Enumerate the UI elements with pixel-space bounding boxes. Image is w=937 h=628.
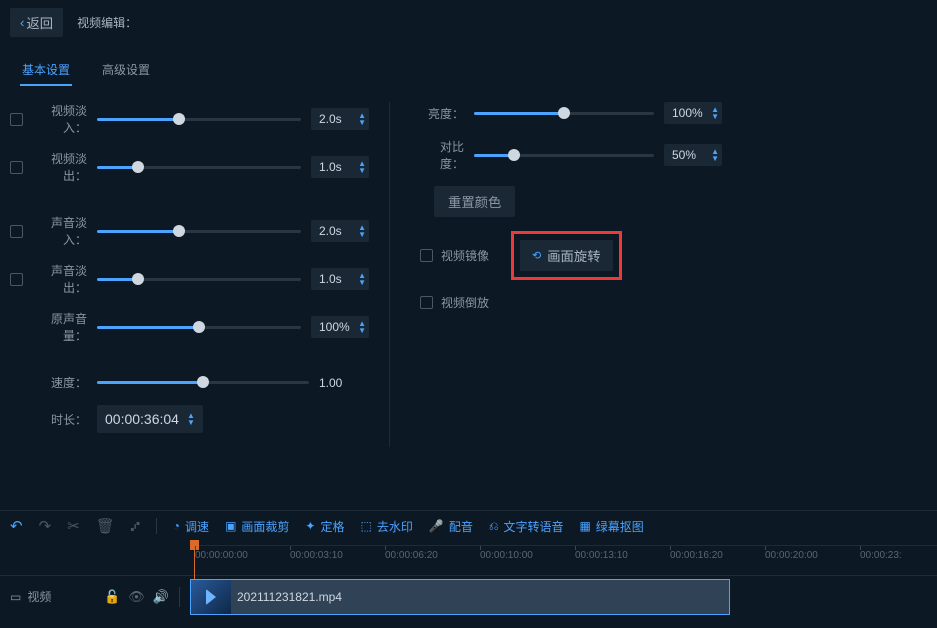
tick: 00:00:16:20 bbox=[670, 550, 723, 561]
audio-fadeout-value[interactable]: 1.0s▲▼ bbox=[311, 268, 369, 290]
audio-fadein-slider[interactable] bbox=[97, 230, 301, 233]
orig-volume-slider[interactable] bbox=[97, 326, 301, 329]
speed-value: 1.00 bbox=[319, 376, 369, 390]
video-fadein-checkbox[interactable] bbox=[10, 113, 23, 126]
tool-crop[interactable]: ▣画面裁剪 bbox=[225, 518, 289, 535]
video-fadeout-value[interactable]: 1.0s▲▼ bbox=[311, 156, 369, 178]
undo-icon[interactable]: ↶ bbox=[10, 517, 23, 535]
stepper-arrows[interactable]: ▲▼ bbox=[358, 320, 366, 334]
speed-icon: ◔ bbox=[173, 519, 180, 533]
split-icon[interactable]: ⑇ bbox=[131, 518, 140, 535]
chevron-left-icon: ‹ bbox=[20, 15, 24, 30]
watermark-icon: ⬚ bbox=[361, 519, 372, 533]
tick: 00:00:10:00 bbox=[480, 550, 533, 561]
tick: 00:00:03:10 bbox=[290, 550, 343, 561]
duration-label: 时长： bbox=[33, 411, 87, 428]
brightness-label: 亮度： bbox=[420, 105, 464, 122]
audio-fadein-value[interactable]: 2.0s▲▼ bbox=[311, 220, 369, 242]
audio-fadein-label: 声音淡入： bbox=[33, 214, 87, 248]
mirror-checkbox[interactable] bbox=[420, 249, 433, 262]
stepper-arrows[interactable]: ▲▼ bbox=[358, 112, 366, 126]
duration-value[interactable]: 00:00:36:04 ▲▼ bbox=[97, 405, 203, 433]
tick: 00:00:13:10 bbox=[575, 550, 628, 561]
eye-icon[interactable]: 👁 bbox=[128, 589, 145, 605]
reset-color-button[interactable]: 重置颜色 bbox=[434, 186, 515, 217]
stepper-arrows[interactable]: ▲▼ bbox=[358, 272, 366, 286]
greenscreen-icon: ▦ bbox=[579, 519, 590, 533]
video-track-icon: ▭ bbox=[10, 590, 21, 604]
tab-advanced[interactable]: 高级设置 bbox=[100, 55, 152, 86]
tick: 00:00:00:00 bbox=[195, 550, 248, 561]
reverse-checkbox[interactable] bbox=[420, 296, 433, 309]
tick: 00:00:23: bbox=[860, 550, 902, 561]
tick: 00:00:06:20 bbox=[385, 550, 438, 561]
tool-watermark[interactable]: ⬚去水印 bbox=[361, 518, 413, 535]
timeline-ruler[interactable]: 00:00:00:00 00:00:03:10 00:00:06:20 00:0… bbox=[190, 545, 937, 575]
clip-filename: 202111231821.mp4 bbox=[237, 590, 342, 604]
tool-greenscreen[interactable]: ▦绿幕抠图 bbox=[579, 518, 643, 535]
audio-fadeout-label: 声音淡出： bbox=[33, 262, 87, 296]
tool-tts[interactable]: ⎌文字转语音 bbox=[489, 518, 564, 535]
rotate-button[interactable]: ⟲ 画面旋转 bbox=[520, 240, 613, 271]
track-label: 视频 bbox=[27, 588, 51, 605]
stepper-arrows[interactable]: ▲▼ bbox=[358, 160, 366, 174]
video-fadeout-label: 视频淡出： bbox=[33, 150, 87, 184]
video-clip[interactable]: 202111231821.mp4 bbox=[190, 579, 730, 615]
mirror-label: 视频镜像 bbox=[441, 247, 489, 264]
audio-fadein-checkbox[interactable] bbox=[10, 225, 23, 238]
tick: 00:00:20:00 bbox=[765, 550, 818, 561]
video-fadeout-checkbox[interactable] bbox=[10, 161, 23, 174]
video-fadein-slider[interactable] bbox=[97, 118, 301, 121]
audio-fadeout-slider[interactable] bbox=[97, 278, 301, 281]
orig-volume-value[interactable]: 100%▲▼ bbox=[311, 316, 369, 338]
audio-fadeout-checkbox[interactable] bbox=[10, 273, 23, 286]
page-title: 视频编辑： bbox=[77, 14, 137, 31]
track-header: ▭ 视频 🔓 👁 🔊 bbox=[0, 576, 190, 617]
tool-speed[interactable]: ◔调速 bbox=[173, 518, 209, 535]
contrast-slider[interactable] bbox=[474, 154, 654, 157]
rotate-label: 画面旋转 bbox=[547, 246, 600, 265]
reverse-label: 视频倒放 bbox=[441, 294, 489, 311]
tts-icon: ⎌ bbox=[489, 519, 499, 534]
rotate-icon: ⟲ bbox=[532, 249, 541, 262]
mute-icon[interactable]: 🔊 bbox=[153, 589, 169, 605]
speed-slider[interactable] bbox=[97, 381, 309, 384]
brightness-slider[interactable] bbox=[474, 112, 654, 115]
tool-freeze[interactable]: ✦定格 bbox=[305, 518, 344, 535]
cut-icon[interactable]: ✂ bbox=[67, 517, 80, 535]
highlight-annotation: ⟲ 画面旋转 bbox=[511, 231, 622, 280]
speed-label: 速度： bbox=[33, 374, 87, 391]
dub-icon: 🎤 bbox=[429, 519, 444, 533]
tool-dub[interactable]: 🎤配音 bbox=[429, 518, 473, 535]
contrast-value[interactable]: 50%▲▼ bbox=[664, 144, 722, 166]
freeze-icon: ✦ bbox=[305, 519, 315, 533]
stepper-arrows[interactable]: ▲▼ bbox=[187, 412, 195, 426]
clip-thumbnail bbox=[191, 580, 231, 614]
back-label: 返回 bbox=[26, 13, 53, 32]
back-button[interactable]: ‹ 返回 bbox=[10, 8, 63, 37]
stepper-arrows[interactable]: ▲▼ bbox=[711, 106, 719, 120]
orig-volume-label: 原声音量： bbox=[33, 310, 87, 344]
delete-icon[interactable]: 🗑 bbox=[96, 517, 115, 535]
redo-icon[interactable]: ↷ bbox=[39, 517, 52, 535]
lock-icon[interactable]: 🔓 bbox=[104, 589, 120, 605]
stepper-arrows[interactable]: ▲▼ bbox=[711, 148, 719, 162]
video-fadeout-slider[interactable] bbox=[97, 166, 301, 169]
stepper-arrows[interactable]: ▲▼ bbox=[358, 224, 366, 238]
separator bbox=[179, 587, 180, 607]
tab-basic[interactable]: 基本设置 bbox=[20, 55, 72, 86]
brightness-value[interactable]: 100%▲▼ bbox=[664, 102, 722, 124]
video-fadein-value[interactable]: 2.0s▲▼ bbox=[311, 108, 369, 130]
contrast-label: 对比度： bbox=[420, 138, 464, 172]
crop-icon: ▣ bbox=[225, 519, 236, 533]
separator bbox=[156, 518, 157, 534]
video-fadein-label: 视频淡入： bbox=[33, 102, 87, 136]
